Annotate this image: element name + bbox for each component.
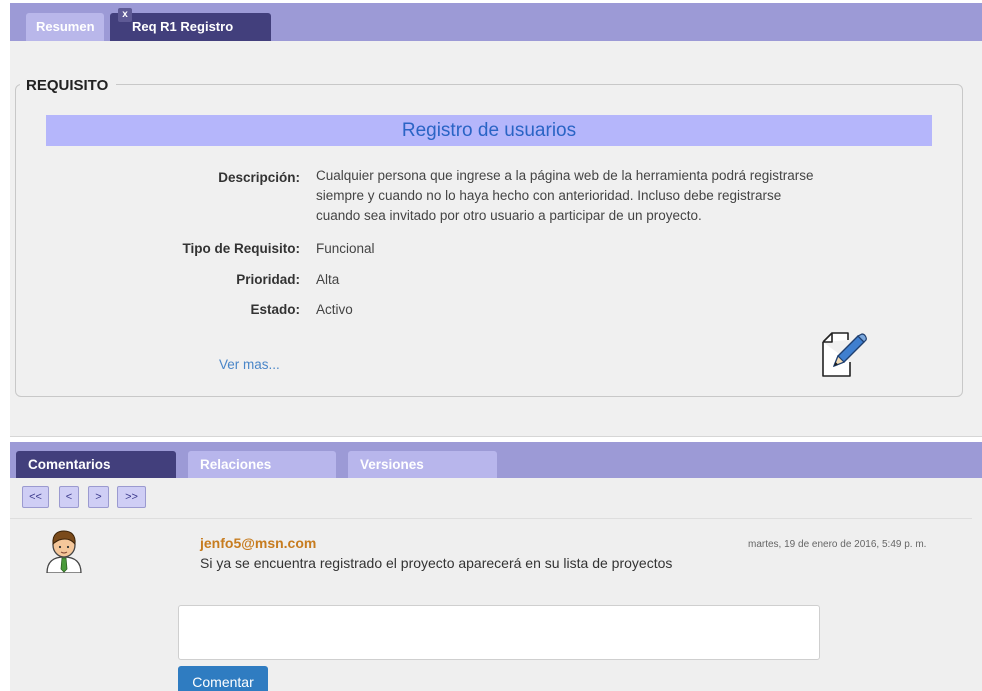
tab-req-label: Req R1 Registro xyxy=(132,19,234,34)
description-value: Cualquier persona que ingrese a la págin… xyxy=(316,168,814,223)
comment-author[interactable]: jenfo5@msn.com xyxy=(200,535,316,551)
comment-timestamp: martes, 19 de enero de 2016, 5:49 p. m. xyxy=(748,539,927,550)
requisito-legend: REQUISITO xyxy=(20,75,117,97)
top-tab-bar: Resumen Req R1 Registro x xyxy=(10,3,982,41)
pager-next-button[interactable]: > xyxy=(88,486,109,508)
pager-last-button[interactable]: >> xyxy=(117,486,146,508)
ver-mas-link[interactable]: Ver mas... xyxy=(219,357,280,372)
comentar-button[interactable]: Comentar xyxy=(178,666,268,691)
divider xyxy=(10,518,972,519)
tab-versiones[interactable]: Versiones xyxy=(348,451,497,478)
comment-input[interactable] xyxy=(178,605,820,660)
bottom-tab-bar: Comentarios Relaciones Versiones xyxy=(10,442,982,478)
close-tab-icon[interactable]: x xyxy=(118,8,132,22)
user-avatar-icon xyxy=(46,530,82,573)
tab-resumen[interactable]: Resumen xyxy=(26,13,104,41)
requirement-title: Registro de usuarios xyxy=(46,115,932,146)
edit-document-icon[interactable] xyxy=(820,332,868,378)
tab-comentarios[interactable]: Comentarios xyxy=(16,451,176,478)
pager-first-button[interactable]: << xyxy=(22,486,49,508)
pager-prev-button[interactable]: < xyxy=(59,486,79,508)
comment-text: Si ya se encuentra registrado el proyect… xyxy=(200,555,673,571)
prioridad-label: Prioridad: xyxy=(236,272,300,287)
tab-relaciones[interactable]: Relaciones xyxy=(188,451,336,478)
tipo-requisito-value: Funcional xyxy=(316,241,375,256)
tipo-requisito-label: Tipo de Requisito: xyxy=(182,241,301,256)
estado-label: Estado: xyxy=(250,302,300,317)
tab-req-r1-registro[interactable]: Req R1 Registro xyxy=(110,13,271,41)
estado-value: Activo xyxy=(316,302,353,317)
prioridad-value: Alta xyxy=(316,272,340,287)
description-label: Descripción: xyxy=(218,170,300,185)
